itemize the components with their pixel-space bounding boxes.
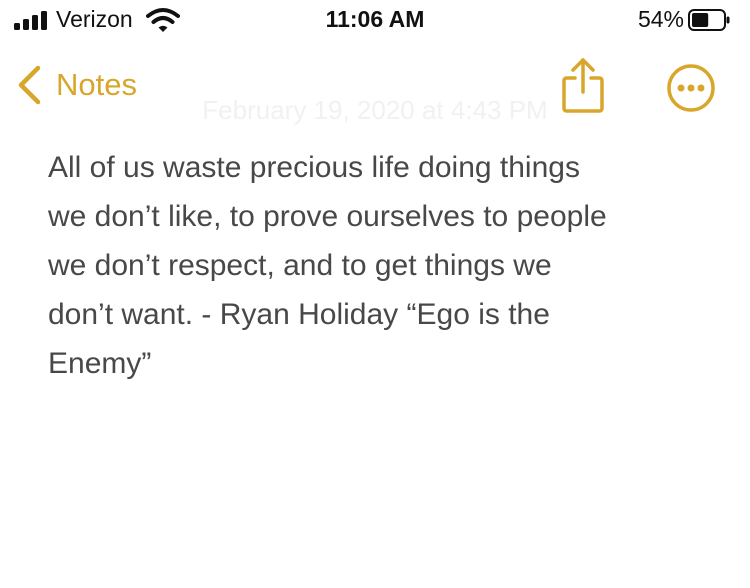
battery-level-fill — [692, 13, 709, 27]
battery-icon — [688, 9, 730, 31]
note-body[interactable]: All of us waste precious life doing thin… — [48, 143, 708, 388]
note-line: All of us waste precious life doing thin… — [48, 151, 580, 184]
note-line: we don’t like, to prove ourselves to peo… — [48, 200, 607, 233]
note-line: Enemy” — [48, 347, 152, 380]
status-bar: Verizon 11:06 AM 54% — [0, 0, 750, 42]
note-line: we don’t respect, and to get things we — [48, 249, 552, 282]
note-line: don’t want. - Ryan Holiday “Ego is the — [48, 298, 550, 331]
battery-percent: 54% — [637, 6, 684, 32]
note-date: February 19, 2020 at 4:43 PM — [202, 95, 548, 125]
